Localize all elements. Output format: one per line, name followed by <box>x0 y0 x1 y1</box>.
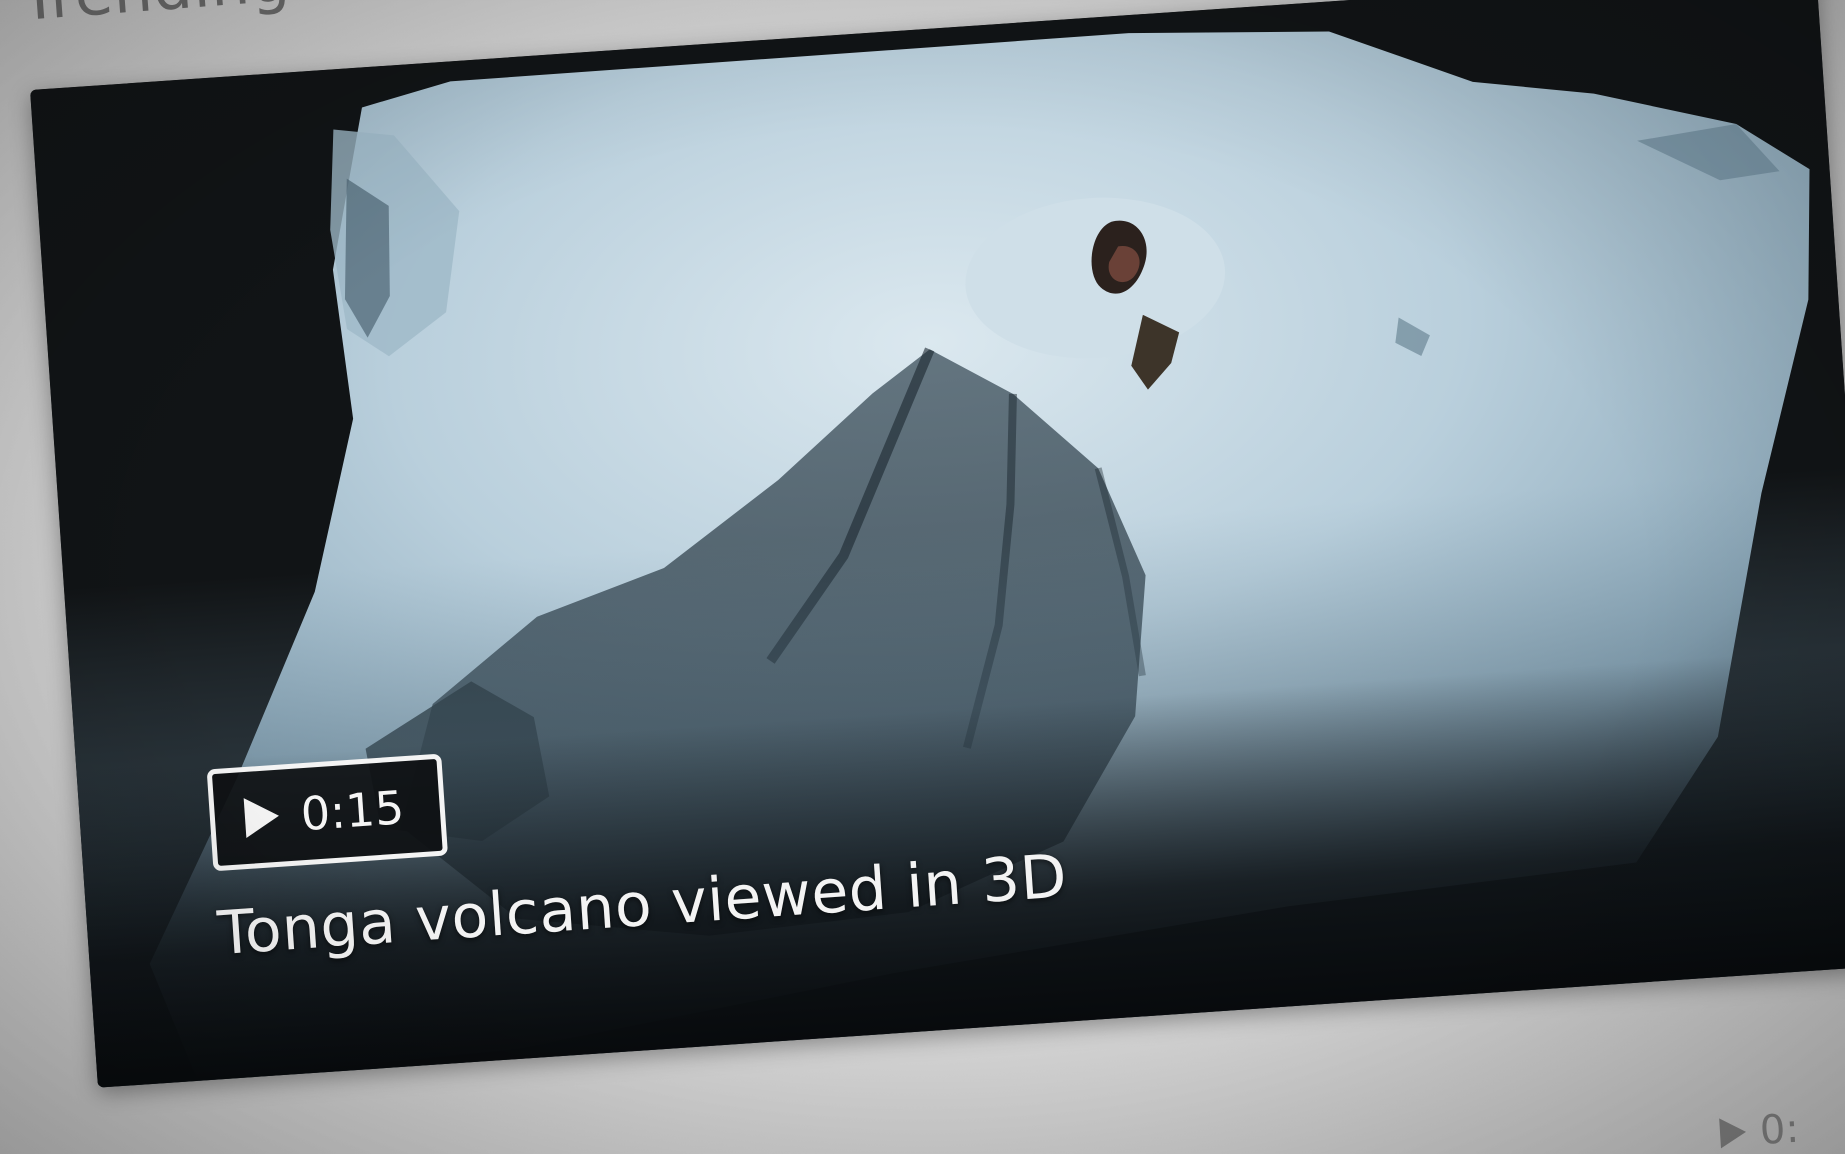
duration-label: 0:15 <box>299 780 406 842</box>
play-icon <box>243 795 281 839</box>
next-video-duration-badge[interactable]: 0: <box>1719 1105 1801 1154</box>
section-heading: Trending video <box>18 0 484 35</box>
play-icon <box>1719 1116 1747 1149</box>
featured-video-card[interactable]: 0:15 Tonga volcano viewed in 3D <box>30 0 1845 1088</box>
next-duration-label: 0: <box>1758 1105 1801 1154</box>
duration-badge: 0:15 <box>206 753 449 872</box>
